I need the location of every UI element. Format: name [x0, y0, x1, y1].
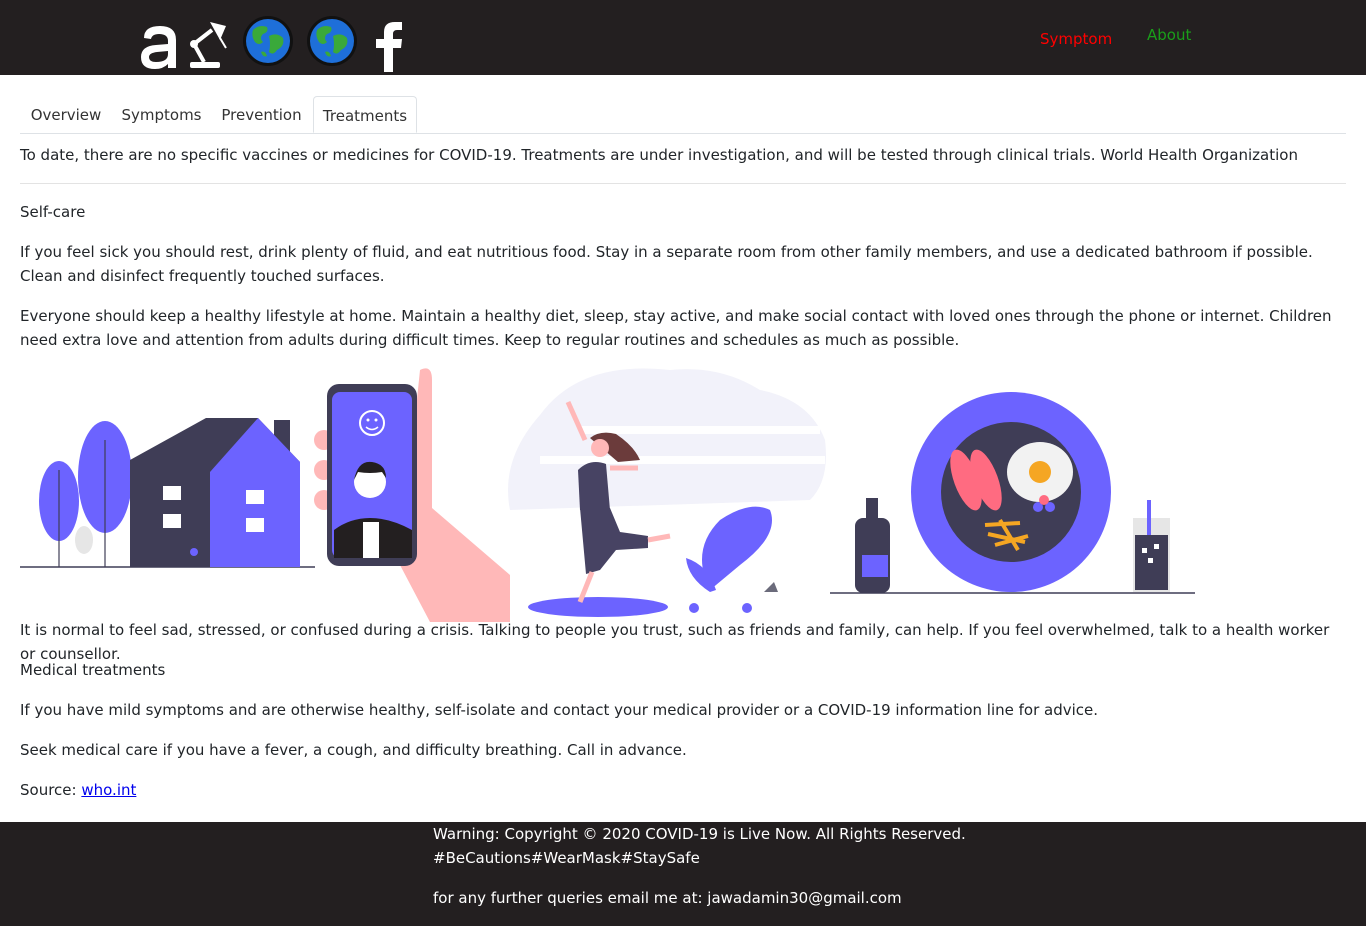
- phone-hand-scene: [314, 368, 510, 622]
- globe-icon: [243, 16, 293, 66]
- self-care-illustration: [20, 368, 1195, 622]
- tab-prevention[interactable]: Prevention: [211, 96, 312, 132]
- medical-paragraph-1: If you have mild symptoms and are otherw…: [20, 701, 1099, 719]
- footer: Warning: Copyright © 2020 COVID-19 is Li…: [0, 822, 1366, 926]
- tab-overview[interactable]: Overview: [20, 96, 112, 132]
- desk-lamp-icon: [190, 22, 227, 68]
- source-label: Source:: [20, 781, 77, 799]
- medical-heading: Medical treatments: [20, 661, 166, 679]
- logo-a: [141, 26, 176, 69]
- nav-symptom-link[interactable]: Symptom: [1040, 30, 1112, 48]
- footer-hashtags: #BeCautions#WearMask#StaySafe: [433, 849, 700, 867]
- medical-paragraph-2: Seek medical care if you have a fever, a…: [20, 741, 687, 759]
- globe-icon: [307, 16, 357, 66]
- selfcare-paragraph-2: Everyone should keep a healthy lifestyle…: [20, 307, 1332, 349]
- dancing-woman-scene: [508, 368, 826, 617]
- selfcare-heading: Self-care: [20, 203, 86, 221]
- house-scene: [20, 418, 315, 568]
- selfcare-paragraph-1: If you feel sick you should rest, drink …: [20, 243, 1313, 285]
- source-line: Source: who.int: [20, 778, 1346, 802]
- divider: [20, 183, 1346, 184]
- nav-about-link[interactable]: About: [1147, 26, 1191, 44]
- intro-text: To date, there are no specific vaccines …: [20, 146, 1298, 164]
- top-navbar: Symptom About: [0, 0, 1366, 75]
- meal-scene: [830, 392, 1195, 594]
- facebook-icon[interactable]: [372, 18, 408, 72]
- source-link[interactable]: who.int: [81, 781, 136, 799]
- tab-bar: Overview Symptoms Prevention Treatments: [20, 96, 1346, 134]
- tab-symptoms[interactable]: Symptoms: [112, 96, 211, 132]
- footer-copyright: Warning: Copyright © 2020 COVID-19 is Li…: [433, 825, 966, 843]
- footer-contact: for any further queries email me at: jaw…: [433, 889, 902, 907]
- tab-treatments[interactable]: Treatments: [313, 96, 417, 133]
